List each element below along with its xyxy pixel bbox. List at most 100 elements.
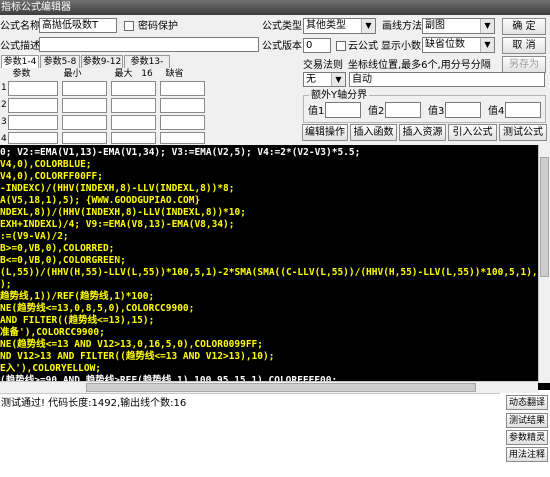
draw-method-label: 画线方法 xyxy=(382,21,422,32)
param-header-max: 最大 xyxy=(114,69,133,79)
param-min-input[interactable] xyxy=(62,132,107,144)
y-value-label: 值2 xyxy=(368,106,385,117)
y-value-1-input[interactable] xyxy=(325,102,361,118)
y-value-label: 值1 xyxy=(308,106,325,117)
formula-desc-input[interactable] xyxy=(39,37,259,52)
param-header-name: 参数 xyxy=(12,69,31,79)
param-default-input[interactable] xyxy=(160,81,205,96)
decimals-label: 显示小数 xyxy=(381,41,421,52)
vertical-scroll-thumb[interactable] xyxy=(540,157,549,277)
param-min-input[interactable] xyxy=(62,115,107,130)
formula-type-value: 其他类型 xyxy=(306,20,346,31)
code-line: B<=0,VB,0),COLORGREEN; xyxy=(0,255,126,266)
test-formula-button[interactable]: 测试公式 xyxy=(499,124,547,141)
y-value-4-input[interactable] xyxy=(505,102,541,118)
horizontal-scrollbar[interactable] xyxy=(0,381,538,393)
code-line: V4,0),COLORFF00FF; xyxy=(0,171,103,182)
param-name-input[interactable] xyxy=(8,115,58,130)
password-label: 密码保护 xyxy=(138,21,178,32)
param-max-input[interactable] xyxy=(111,98,156,113)
version-label: 公式版本 xyxy=(262,41,302,52)
param-max-input[interactable] xyxy=(111,132,156,144)
desc-label: 公式描述 xyxy=(0,41,40,52)
code-line: 0; V2:=EMA(V1,13)-EMA(V1,34); V3:=EMA(V2… xyxy=(0,147,361,158)
status-message: 测试通过! 代码长度:1492,输出线个数:16 xyxy=(1,398,187,409)
y-value-label: 值3 xyxy=(428,106,445,117)
horizontal-scroll-thumb[interactable] xyxy=(86,383,476,392)
status-area: 测试通过! 代码长度:1492,输出线个数:16 动态翻译 测试结果 参数精灵 … xyxy=(0,393,550,477)
version-input[interactable]: 0 xyxy=(303,38,331,53)
cancel-button[interactable]: 取 消 xyxy=(502,37,546,54)
param-min-input[interactable] xyxy=(62,98,107,113)
test-result-button[interactable]: 测试结果 xyxy=(506,413,548,428)
code-line: V4,0),COLORBLUE; xyxy=(0,159,92,170)
param-max-input[interactable] xyxy=(111,81,156,96)
code-line: A(V5,18,1),5); {WWW.GOODGUPIAO.COM} xyxy=(0,195,201,206)
tab-params-1-4[interactable]: 参数1-4 xyxy=(1,55,39,68)
param-default-input[interactable] xyxy=(160,132,205,144)
draw-method-select[interactable]: 副图 ▼ xyxy=(422,18,495,34)
param-row-number: 3 xyxy=(1,117,7,127)
code-editor[interactable]: 0; V2:=EMA(V1,13)-EMA(V1,34); V3:=EMA(V2… xyxy=(0,145,550,390)
formula-type-select[interactable]: 其他类型 ▼ xyxy=(303,18,376,34)
coord-input[interactable]: 自动 xyxy=(349,72,545,87)
code-line: 趋势线,1))/REF(趋势线,1)*100; xyxy=(0,291,155,302)
title-bar: 指标公式编辑器 xyxy=(0,0,550,15)
param-header-default: 缺省 xyxy=(165,69,184,79)
param-row-number: 2 xyxy=(1,100,7,110)
save-as-button[interactable]: 另存为 xyxy=(502,56,546,73)
param-min-input[interactable] xyxy=(62,81,107,96)
decimals-value: 缺省位数 xyxy=(425,39,465,50)
insert-function-button[interactable]: 插入函数 xyxy=(350,124,397,141)
param-wizard-button[interactable]: 参数精灵 xyxy=(506,430,548,445)
ok-button[interactable]: 确 定 xyxy=(502,18,546,35)
param-max-input[interactable] xyxy=(111,115,156,130)
trade-rule-label: 交易法则 xyxy=(303,60,343,71)
param-name-input[interactable] xyxy=(8,98,58,113)
chevron-down-icon: ▼ xyxy=(331,73,345,86)
edit-ops-button[interactable]: 编辑操作 xyxy=(302,124,348,141)
chevron-down-icon: ▼ xyxy=(361,19,375,33)
y-value-3-input[interactable] xyxy=(445,102,481,118)
trade-rule-select[interactable]: 无 ▼ xyxy=(303,72,346,87)
tab-params-9-12[interactable]: 参数9-12 xyxy=(81,55,123,68)
code-line: AND FILTER((趋势线<=13),15); xyxy=(0,315,155,326)
chevron-down-icon: ▼ xyxy=(480,19,494,33)
param-default-input[interactable] xyxy=(160,115,205,130)
extra-y-axis-label: 额外Y轴分界 xyxy=(309,89,370,102)
name-label: 公式名称 xyxy=(0,21,40,32)
type-label: 公式类型 xyxy=(262,21,302,32)
password-checkbox[interactable] xyxy=(124,21,134,31)
formula-name-input[interactable]: 高抛低吸数T xyxy=(39,18,117,33)
code-line: EXH+INDEXL)/4; V9:=EMA(V8,13)-EMA(V8,34)… xyxy=(0,219,235,230)
code-line: NE(趋势线<=13,0,8,5,0),COLORCC9900; xyxy=(0,303,195,314)
code-line: E入'),COLORYELLOW; xyxy=(0,363,102,374)
code-line: ND V12>13 AND FILTER((趋势线<=13 AND V12>13… xyxy=(0,351,275,362)
import-formula-button[interactable]: 引入公式 xyxy=(448,124,497,141)
param-default-input[interactable] xyxy=(160,98,205,113)
chevron-down-icon: ▼ xyxy=(480,38,494,52)
code-line: 准备'),COLORCC9900; xyxy=(0,327,105,338)
code-line: :=(V9-VA)/2; xyxy=(0,231,69,242)
insert-resource-button[interactable]: 插入资源 xyxy=(399,124,446,141)
param-name-input[interactable] xyxy=(8,81,58,96)
status-message-box: 测试通过! 代码长度:1492,输出线个数:16 xyxy=(0,393,500,477)
code-line: ); xyxy=(0,279,12,290)
decimals-select[interactable]: 缺省位数 ▼ xyxy=(422,37,495,53)
vertical-scrollbar[interactable] xyxy=(538,145,550,383)
code-line: (L,55))/(HHV(H,55)-LLV(L,55))*100,5,1)-2… xyxy=(0,267,550,278)
y-value-2-input[interactable] xyxy=(385,102,421,118)
code-line: -INDEXC)/(HHV(INDEXH,8)-LLV(INDEXL,8))*8… xyxy=(0,183,235,194)
usage-notes-button[interactable]: 用法注释 xyxy=(506,447,548,462)
param-name-input[interactable] xyxy=(8,132,58,144)
y-value-label: 值4 xyxy=(488,106,505,117)
code-line: B>=0,VB,0),COLORRED; xyxy=(0,243,115,254)
cloud-formula-checkbox[interactable] xyxy=(336,41,346,51)
tab-params-13-16[interactable]: 参数13-16 xyxy=(124,55,170,79)
tab-params-5-8[interactable]: 参数5-8 xyxy=(40,55,80,68)
code-line: NDEXL,8))/(HHV(INDEXH,8)-LLV(INDEXL,8))*… xyxy=(0,207,246,218)
param-row-number: 4 xyxy=(1,134,7,144)
cloud-label: 云公式 xyxy=(348,41,378,52)
code-line: NE(趋势线<=13 AND V12>13,0,16,5,0),COLOR009… xyxy=(0,339,263,350)
dynamic-translate-button[interactable]: 动态翻译 xyxy=(506,395,548,410)
